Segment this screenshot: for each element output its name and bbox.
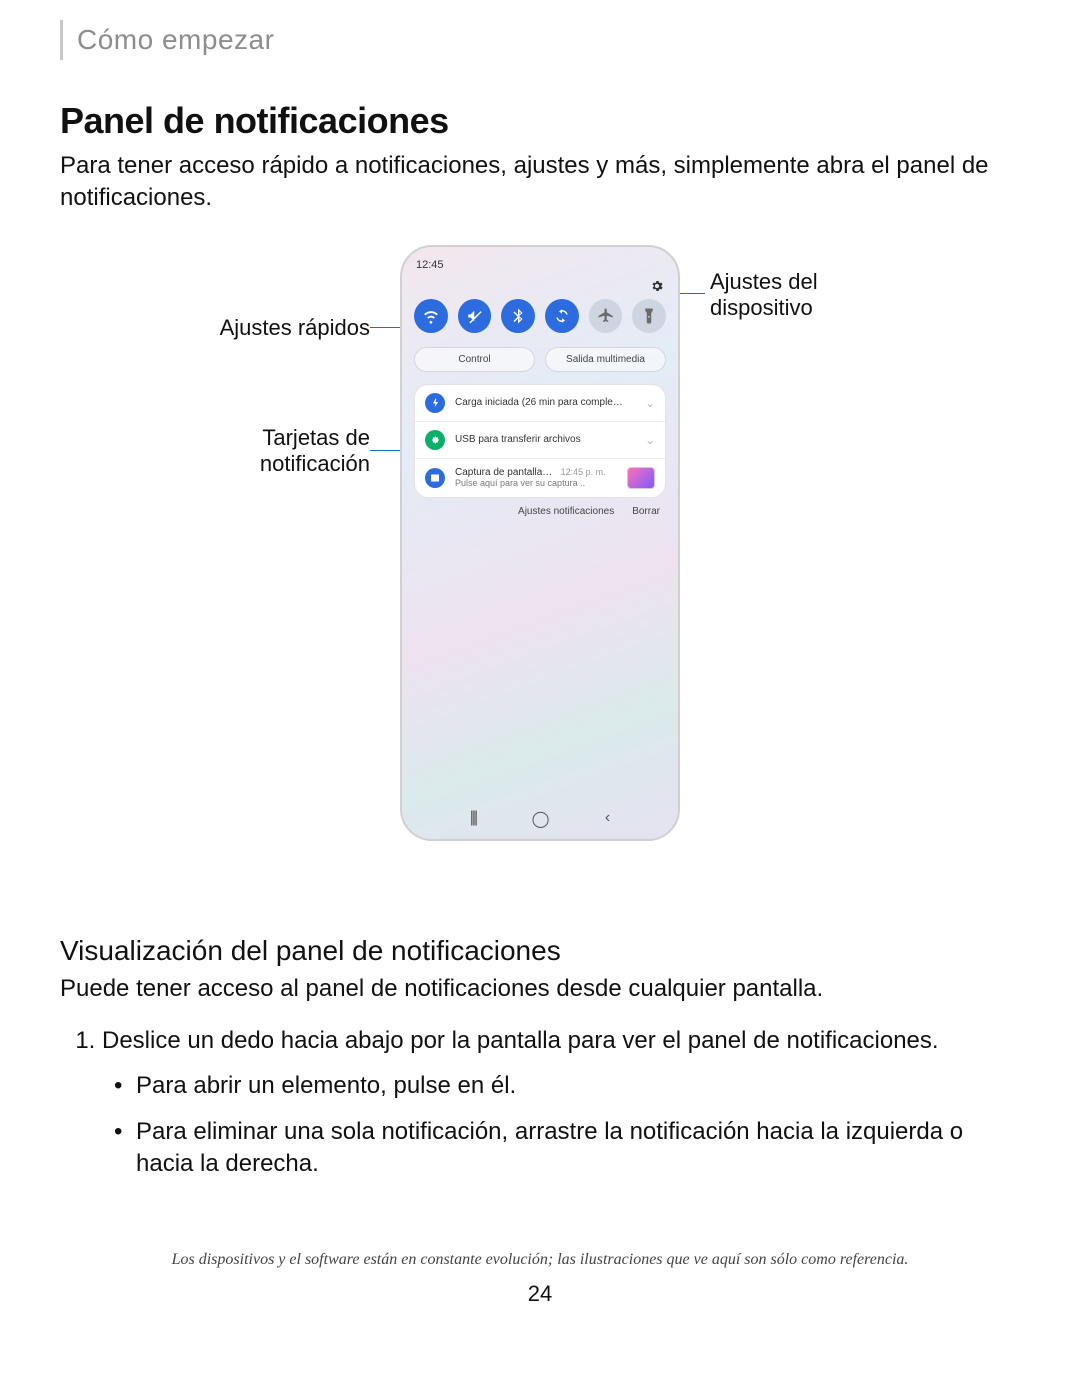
nav-bar: ||| ◯ ‹: [402, 809, 678, 829]
bullet-open-item: Para abrir un elemento, pulse en él.: [136, 1070, 1020, 1102]
callout-notification-cards-l1: Tarjetas de: [262, 425, 370, 450]
breadcrumb: Cómo empezar: [60, 20, 1020, 60]
rotation-toggle[interactable]: [545, 299, 579, 333]
wifi-toggle[interactable]: [414, 299, 448, 333]
callout-notification-cards-l2: notificación: [260, 451, 370, 476]
notification-screenshot[interactable]: Captura de pantalla… 12:45 p. m. Pulse a…: [415, 459, 665, 497]
notification-settings-link[interactable]: Ajustes notificaciones: [518, 506, 614, 517]
step-1: Deslice un dedo hacia abajo por la panta…: [102, 1025, 1020, 1181]
pill-control[interactable]: Control: [414, 347, 535, 372]
page-title: Panel de notificaciones: [60, 100, 1020, 142]
notification-cards: Carga iniciada (26 min para comple… ⌄ US…: [414, 384, 666, 498]
page-number: 24: [60, 1281, 1020, 1307]
notification-screenshot-title: Captura de pantalla…: [455, 467, 552, 478]
bluetooth-toggle[interactable]: [501, 299, 535, 333]
gear-icon[interactable]: [650, 279, 664, 293]
footnote: Los dispositivos y el software están en …: [60, 1251, 1020, 1269]
flashlight-icon: [640, 307, 658, 325]
chevron-down-icon: ⌄: [645, 433, 655, 447]
airplane-toggle[interactable]: [589, 299, 623, 333]
nav-back[interactable]: ‹: [605, 809, 610, 829]
sound-toggle[interactable]: [458, 299, 492, 333]
bullet-dismiss-item: Para eliminar una sola notificación, arr…: [136, 1116, 1020, 1181]
callout-device-settings-l2: dispositivo: [710, 295, 813, 320]
section-intro: Puede tener acceso al panel de notificac…: [60, 973, 1020, 1005]
chevron-down-icon: ⌄: [645, 396, 655, 410]
flashlight-toggle[interactable]: [632, 299, 666, 333]
clear-notifications-button[interactable]: Borrar: [632, 506, 660, 517]
bluetooth-icon: [509, 307, 527, 325]
pill-media-output[interactable]: Salida multimedia: [545, 347, 666, 372]
image-icon: [425, 468, 445, 488]
section-subtitle: Visualización del panel de notificacione…: [60, 935, 1020, 967]
step-1-text: Deslice un dedo hacia abajo por la panta…: [102, 1027, 939, 1054]
illustration: Ajustes rápidos Tarjetas de notificación…: [60, 245, 1020, 885]
nav-recent[interactable]: |||: [470, 809, 476, 829]
notification-screenshot-sub: Pulse aquí para ver su captura ..: [455, 478, 617, 488]
intro-paragraph: Para tener acceso rápido a notificacione…: [60, 150, 1020, 215]
bolt-icon: [425, 393, 445, 413]
notification-charging[interactable]: Carga iniciada (26 min para comple… ⌄: [415, 385, 665, 422]
quick-settings-row: [402, 299, 678, 333]
callout-device-settings: Ajustes del dispositivo: [710, 269, 970, 322]
rotation-icon: [553, 307, 571, 325]
phone-mockup: 12:45: [400, 245, 680, 841]
callout-quick-settings: Ajustes rápidos: [90, 315, 370, 341]
notification-charging-text: Carga iniciada (26 min para comple…: [455, 397, 635, 408]
screenshot-thumbnail: [627, 467, 655, 489]
callout-notification-cards: Tarjetas de notificación: [90, 425, 370, 478]
status-bar-time: 12:45: [402, 247, 678, 271]
nav-home[interactable]: ◯: [532, 809, 550, 829]
sound-off-icon: [466, 307, 484, 325]
wifi-icon: [422, 307, 440, 325]
gear-small-icon: [425, 430, 445, 450]
notification-screenshot-time: 12:45 p. m.: [561, 467, 606, 477]
callout-device-settings-l1: Ajustes del: [710, 269, 818, 294]
notification-usb[interactable]: USB para transferir archivos ⌄: [415, 422, 665, 459]
airplane-icon: [597, 307, 615, 325]
notification-usb-text: USB para transferir archivos: [455, 434, 635, 445]
